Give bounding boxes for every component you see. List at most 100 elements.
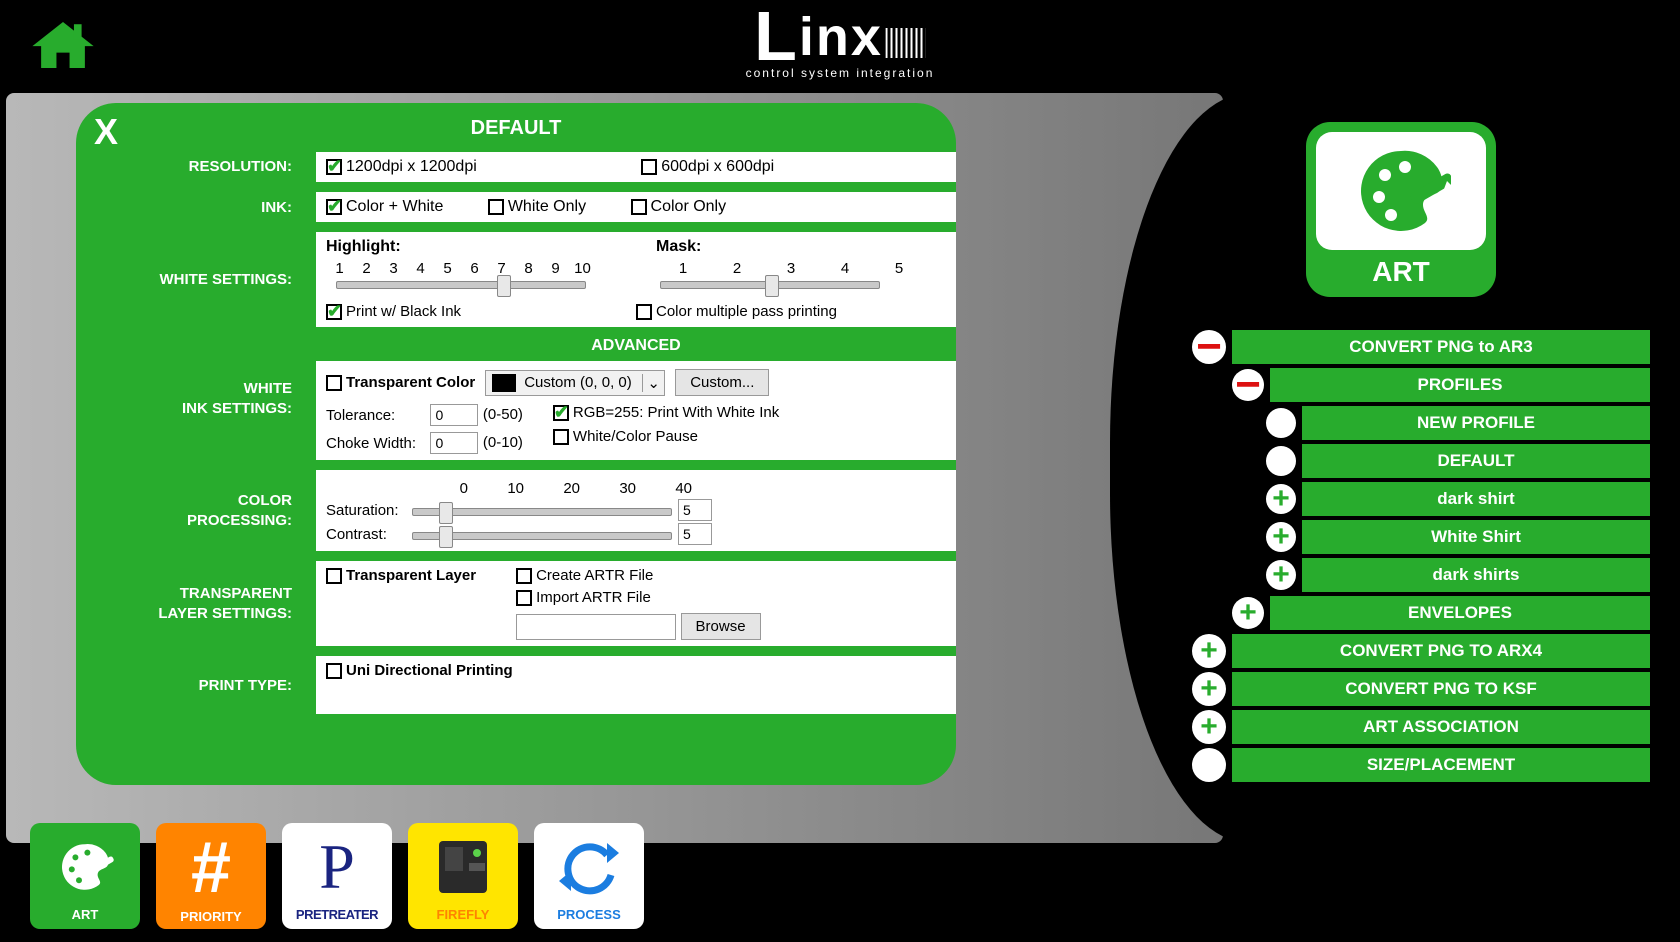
palette-icon [55, 837, 115, 897]
work-surface: X DEFAULT RESOLUTION: 1200dpi x 1200dpi … [6, 93, 1223, 843]
advanced-heading: ADVANCED [316, 331, 956, 361]
device-icon [433, 835, 493, 899]
expand-icon[interactable]: + [1192, 634, 1226, 668]
art-tile[interactable]: ART [1306, 122, 1496, 297]
menu-item-7[interactable]: +ENVELOPES [1232, 596, 1650, 630]
transparent-color-checkbox[interactable] [326, 375, 342, 391]
expand-icon[interactable]: + [1192, 710, 1226, 744]
chevron-down-icon[interactable]: ⌄ [642, 374, 664, 392]
ink-opt-coloronly[interactable] [631, 199, 647, 215]
custom-color-button[interactable]: Custom... [675, 369, 769, 396]
uni-directional-checkbox[interactable] [326, 663, 342, 679]
print-type-label: PRINT TYPE: [76, 656, 316, 714]
ink-opt-colorwhite[interactable] [326, 199, 342, 215]
bottom-dock: ART # PRIORITY P PRETREATER FIREFLY PROC… [30, 823, 644, 929]
contrast-thumb[interactable] [439, 526, 453, 548]
mask-scale: 1 2 3 4 5 [656, 260, 946, 277]
menu-item-label[interactable]: PROFILES [1270, 368, 1650, 402]
highlight-heading: Highlight: [326, 238, 616, 256]
dock-pretreater-button[interactable]: P PRETREATER [282, 823, 392, 929]
white-color-pause-checkbox[interactable] [553, 429, 569, 445]
dock-priority-button[interactable]: # PRIORITY [156, 823, 266, 929]
menu-item-label[interactable]: CONVERT PNG to AR3 [1232, 330, 1650, 364]
browse-button[interactable]: Browse [681, 613, 761, 640]
menu-item-label[interactable]: dark shirt [1302, 482, 1650, 516]
mask-slider[interactable] [660, 281, 880, 289]
home-icon[interactable] [28, 17, 98, 73]
resolution-opt-1200[interactable] [326, 159, 342, 175]
menu-item-6[interactable]: +dark shirts [1266, 558, 1650, 592]
saturation-value-input[interactable] [678, 499, 712, 521]
art-tile-label: ART [1316, 256, 1486, 288]
top-bar: Linx control system integration [0, 0, 1680, 90]
menu-item-11[interactable]: SIZE/PLACEMENT [1192, 748, 1650, 782]
menu-item-4[interactable]: +dark shirt [1266, 482, 1650, 516]
contrast-slider[interactable] [412, 532, 672, 540]
bullet-icon[interactable] [1266, 446, 1296, 476]
color-processing-label: COLORPROCESSING: [76, 470, 316, 551]
panel-title: DEFAULT [76, 103, 956, 140]
menu-item-label[interactable]: ART ASSOCIATION [1232, 710, 1650, 744]
menu-item-8[interactable]: +CONVERT PNG TO ARX4 [1192, 634, 1650, 668]
menu-item-9[interactable]: +CONVERT PNG TO KSF [1192, 672, 1650, 706]
menu-item-label[interactable]: CONVERT PNG TO ARX4 [1232, 634, 1650, 668]
transparent-layer-settings-label: TRANSPARENTLAYER SETTINGS: [76, 561, 316, 646]
close-button[interactable]: X [94, 111, 118, 153]
mask-heading: Mask: [656, 238, 946, 256]
menu-item-3[interactable]: DEFAULT [1266, 444, 1650, 478]
menu-item-10[interactable]: +ART ASSOCIATION [1192, 710, 1650, 744]
transparent-color-combo[interactable]: Custom (0, 0, 0) ⌄ [485, 370, 665, 396]
contrast-value-input[interactable] [678, 523, 712, 545]
dock-process-button[interactable]: PROCESS [534, 823, 644, 929]
highlight-slider[interactable] [336, 281, 586, 289]
expand-icon[interactable]: + [1232, 597, 1264, 629]
rgb255-checkbox[interactable] [553, 405, 569, 421]
menu-item-0[interactable]: −CONVERT PNG to AR3 [1192, 330, 1650, 364]
dock-art-button[interactable]: ART [30, 823, 140, 929]
color-multipass-checkbox[interactable] [636, 304, 652, 320]
mask-thumb[interactable] [765, 275, 779, 297]
menu-item-2[interactable]: NEW PROFILE [1266, 406, 1650, 440]
ink-label: INK: [76, 192, 316, 222]
highlight-thumb[interactable] [497, 275, 511, 297]
expand-icon[interactable]: + [1266, 522, 1296, 552]
menu-item-5[interactable]: +White Shirt [1266, 520, 1650, 554]
transparent-layer-checkbox[interactable] [326, 568, 342, 584]
tolerance-input[interactable] [430, 404, 478, 426]
menu-item-label[interactable]: DEFAULT [1302, 444, 1650, 478]
menu-item-label[interactable]: White Shirt [1302, 520, 1650, 554]
white-settings-label: WHITE SETTINGS: [76, 232, 316, 327]
create-artr-checkbox[interactable] [516, 568, 532, 584]
ink-opt-whiteonly[interactable] [488, 199, 504, 215]
menu-item-1[interactable]: −PROFILES [1232, 368, 1650, 402]
bullet-icon[interactable] [1266, 408, 1296, 438]
dock-firefly-button[interactable]: FIREFLY [408, 823, 518, 929]
saturation-slider[interactable] [412, 508, 672, 516]
collapse-icon[interactable]: − [1232, 369, 1264, 401]
logo: Linx control system integration [746, 8, 935, 80]
collapse-icon[interactable]: − [1192, 330, 1226, 364]
resolution-opt-600[interactable] [641, 159, 657, 175]
menu-item-label[interactable]: CONVERT PNG TO KSF [1232, 672, 1650, 706]
color-swatch [492, 374, 516, 392]
menu-item-label[interactable]: SIZE/PLACEMENT [1232, 748, 1650, 782]
menu-item-label[interactable]: dark shirts [1302, 558, 1650, 592]
settings-panel: X DEFAULT RESOLUTION: 1200dpi x 1200dpi … [76, 103, 956, 785]
art-sidebar: ART [1285, 122, 1517, 305]
letter-p-icon: P [319, 830, 355, 904]
choke-width-input[interactable] [430, 432, 478, 454]
sidebar-menu: −CONVERT PNG to AR3−PROFILESNEW PROFILED… [1192, 330, 1650, 786]
expand-icon[interactable]: + [1192, 672, 1226, 706]
resolution-label: RESOLUTION: [76, 152, 316, 182]
palette-icon [1351, 141, 1451, 241]
menu-item-label[interactable]: NEW PROFILE [1302, 406, 1650, 440]
import-artr-checkbox[interactable] [516, 590, 532, 606]
expand-icon[interactable]: + [1266, 560, 1296, 590]
artr-path-input[interactable] [516, 614, 676, 640]
print-black-ink-checkbox[interactable] [326, 304, 342, 320]
bullet-icon[interactable] [1192, 748, 1226, 782]
expand-icon[interactable]: + [1266, 484, 1296, 514]
sync-icon [557, 835, 621, 899]
saturation-thumb[interactable] [439, 502, 453, 524]
menu-item-label[interactable]: ENVELOPES [1270, 596, 1650, 630]
